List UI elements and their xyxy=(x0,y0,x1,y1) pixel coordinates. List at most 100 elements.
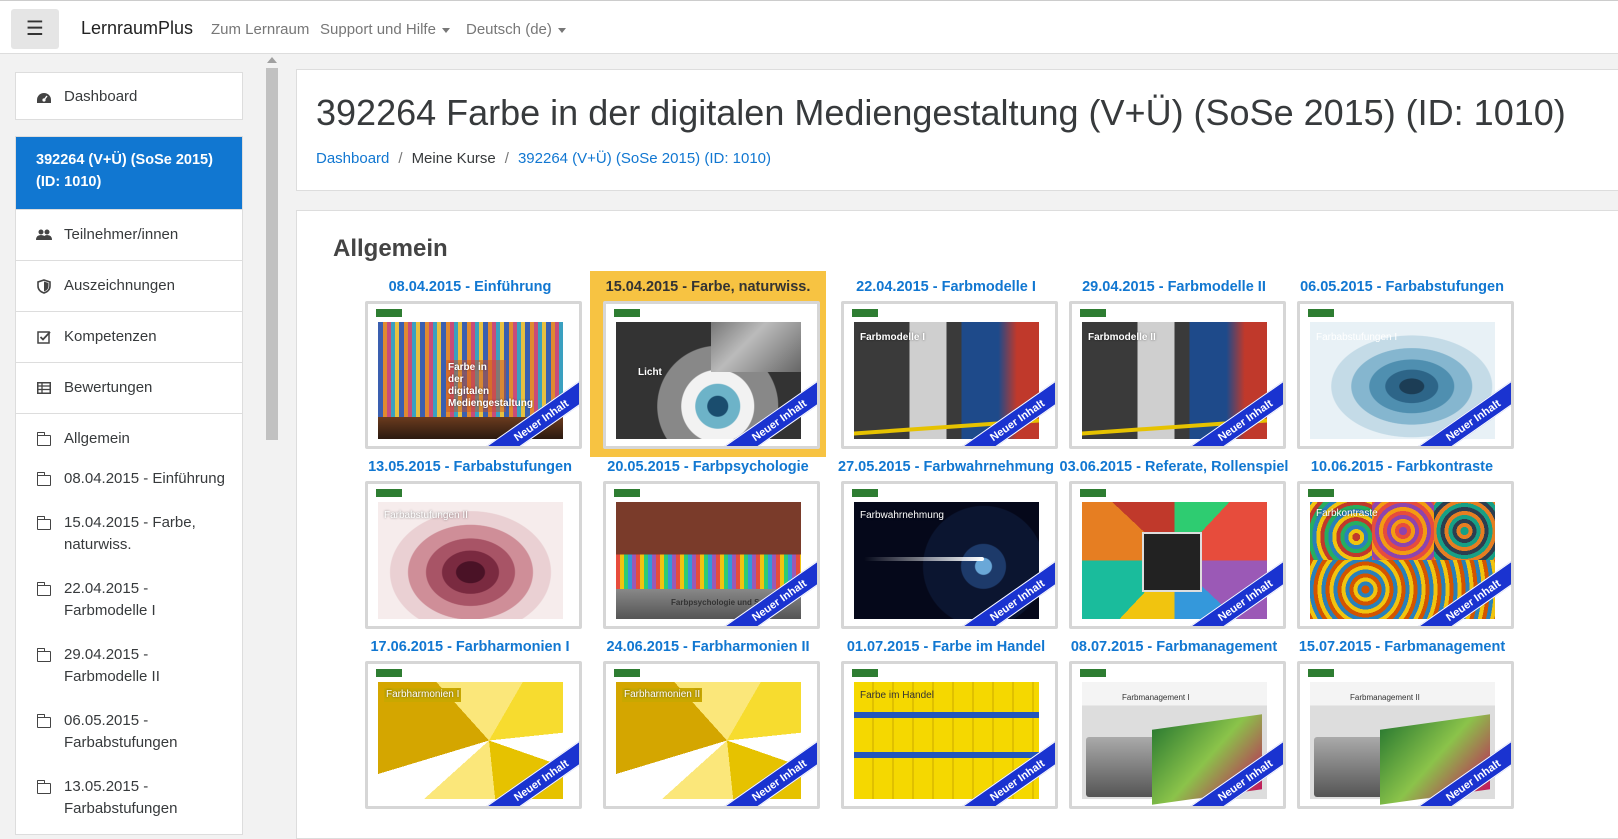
tile-title[interactable]: 27.05.2015 - Farbwahrnehmung xyxy=(831,459,1061,475)
tile-thumbnail[interactable]: Farbabstufungen II xyxy=(365,481,582,629)
sidebar-item-label: 22.04.2015 - Farbmodelle I xyxy=(64,580,156,619)
tile-thumbnail[interactable]: Farbharmonien I Neuer Inhalt xyxy=(365,661,582,809)
nav-link-label: Deutsch (de) xyxy=(466,21,552,38)
slide-header xyxy=(376,669,571,679)
slide-header xyxy=(614,669,809,679)
slide-caption: Farbabstufungen II xyxy=(384,510,468,521)
tile-title[interactable]: 08.04.2015 - Einführung xyxy=(355,279,585,295)
hamburger-menu-icon: ☰ xyxy=(26,18,44,40)
sidebar-item-label: Bewertungen xyxy=(64,379,153,396)
sidebar-item-participants[interactable]: Teilnehmer/innen xyxy=(16,209,242,260)
university-logo xyxy=(852,489,878,497)
tile-title[interactable]: 20.05.2015 - Farbpsychologie xyxy=(593,459,823,475)
tile-thumbnail[interactable]: Farbmodelle I Neuer Inhalt xyxy=(841,301,1058,449)
university-logo xyxy=(614,489,640,497)
sidebar-item-competencies[interactable]: Kompetenzen xyxy=(16,311,242,362)
circle-panel xyxy=(1372,502,1434,560)
site-brand[interactable]: LernraumPlus xyxy=(81,18,193,39)
nav-dropdown-language[interactable]: Deutsch (de) xyxy=(466,21,566,38)
sidebar-scrollbar-thumb[interactable] xyxy=(266,68,278,440)
tile-thumbnail[interactable]: Farbe im Handel Neuer Inhalt xyxy=(841,661,1058,809)
slide-header xyxy=(852,669,1047,679)
tile-title[interactable]: 15.07.2015 - Farbmanagement xyxy=(1287,639,1517,655)
nav-link-label: Support und Hilfe xyxy=(320,21,436,38)
tile-thumbnail[interactable]: Farbharmonien II Neuer Inhalt xyxy=(603,661,820,809)
tile-title[interactable]: 15.04.2015 - Farbe, naturwiss. xyxy=(593,279,823,295)
sidebar-item-label: Teilnehmer/innen xyxy=(64,226,179,243)
slide-caption: Farbmanagement I xyxy=(1122,693,1190,702)
slide-header xyxy=(376,489,571,499)
slide-header xyxy=(852,489,1047,499)
nav-link-lernraum[interactable]: Zum Lernraum xyxy=(211,21,309,38)
sidebar-item-label: 06.05.2015 - Farbabstufungen xyxy=(64,712,178,751)
printer xyxy=(1314,737,1384,797)
hamburger-menu-button[interactable]: ☰ xyxy=(11,9,59,49)
scroll-up-arrow-icon[interactable] xyxy=(267,57,277,63)
slide-header xyxy=(1308,489,1503,499)
university-logo xyxy=(1308,669,1334,677)
tile-title[interactable]: 13.05.2015 - Farbabstufungen xyxy=(355,459,585,475)
tile-thumbnail[interactable]: Farbe in der digitalen Mediengestaltung … xyxy=(365,301,582,449)
sidebar-item-section[interactable]: 15.04.2015 - Farbe, naturwiss. xyxy=(16,504,242,570)
sidebar-item-section[interactable]: Allgemein xyxy=(16,413,242,464)
tile-thumbnail[interactable]: Farbmanagement I Neuer Inhalt xyxy=(1069,661,1286,809)
tile-thumbnail[interactable]: Farbabstufungen I Neuer Inhalt xyxy=(1297,301,1514,449)
folder-icon xyxy=(36,581,52,597)
sidebar-item-label: Auszeichnungen xyxy=(64,277,175,294)
university-logo xyxy=(1080,489,1106,497)
slide-header xyxy=(852,309,1047,319)
breadcrumb-dashboard-link[interactable]: Dashboard xyxy=(316,150,389,167)
blue-stripe xyxy=(854,752,1039,758)
nav-dropdown-support[interactable]: Support und Hilfe xyxy=(320,21,450,38)
tile-thumbnail[interactable]: Neuer Inhalt xyxy=(1069,481,1286,629)
top-navbar: ☰ LernraumPlus Zum Lernraum Support und … xyxy=(0,0,1618,54)
slide-caption: Licht xyxy=(638,367,662,378)
university-logo xyxy=(1080,669,1106,677)
slide-header xyxy=(376,309,571,319)
breadcrumb-course-link[interactable]: 392264 (V+Ü) (SoSe 2015) (ID: 1010) xyxy=(518,150,771,167)
tile-title[interactable]: 10.06.2015 - Farbkontraste xyxy=(1287,459,1517,475)
folder-icon xyxy=(36,431,52,447)
circle-panel xyxy=(1434,502,1495,560)
slide-header xyxy=(1080,489,1275,499)
sidebar-item-section[interactable]: 06.05.2015 - Farbabstufungen xyxy=(16,702,242,768)
sidebar-item-section[interactable]: 29.04.2015 - Farbmodelle II xyxy=(16,636,242,702)
tile-thumbnail[interactable]: Farbmanagement II Neuer Inhalt xyxy=(1297,661,1514,809)
tile-thumbnail[interactable]: Licht Neuer Inhalt xyxy=(603,301,820,449)
slide-header xyxy=(1308,669,1503,679)
breadcrumb-separator: / xyxy=(504,150,509,167)
sidebar-item-grades[interactable]: Bewertungen xyxy=(16,362,242,413)
blue-stripe xyxy=(854,712,1039,718)
dashboard-icon xyxy=(36,90,52,106)
tile-thumbnail[interactable]: Farbkontraste Neuer Inhalt xyxy=(1297,481,1514,629)
tile-title[interactable]: 29.04.2015 - Farbmodelle II xyxy=(1059,279,1289,295)
tile-title[interactable]: 06.05.2015 - Farbabstufungen xyxy=(1287,279,1517,295)
slide-caption: Farbwahrnehmung xyxy=(860,510,944,521)
tile-title[interactable]: 17.06.2015 - Farbharmonien I xyxy=(355,639,585,655)
tile-title[interactable]: 08.07.2015 - Farbmanagement xyxy=(1059,639,1289,655)
nav-link-label: Zum Lernraum xyxy=(211,21,310,38)
sidebar-item-dashboard[interactable]: Dashboard xyxy=(15,72,243,120)
sidebar-item-section[interactable]: 08.04.2015 - Einführung xyxy=(16,464,242,504)
tile-thumbnail[interactable]: Farbwahrnehmung Neuer Inhalt xyxy=(841,481,1058,629)
sidebar-item-label: 08.04.2015 - Einführung xyxy=(64,470,225,487)
university-logo xyxy=(852,309,878,317)
tile-title[interactable]: 01.07.2015 - Farbe im Handel xyxy=(831,639,1061,655)
sidebar-item-badges[interactable]: Auszeichnungen xyxy=(16,260,242,311)
tile-title[interactable]: 24.06.2015 - Farbharmonien II xyxy=(593,639,823,655)
tile-title[interactable]: 03.06.2015 - Referate, Rollenspiel xyxy=(1059,459,1289,475)
university-logo xyxy=(614,309,640,317)
tile-thumbnail[interactable]: Farbpsychologie und Symbolik Neuer Inhal… xyxy=(603,481,820,629)
university-logo xyxy=(614,669,640,677)
users-icon xyxy=(36,227,52,243)
slide-caption: Farbmanagement II xyxy=(1350,693,1420,702)
light-beam xyxy=(864,557,984,561)
sidebar-item-active-course[interactable]: 392264 (V+Ü) (SoSe 2015) (ID: 1010) xyxy=(16,137,242,209)
sidebar-item-section[interactable]: 22.04.2015 - Farbmodelle I xyxy=(16,570,242,636)
tile-title[interactable]: 22.04.2015 - Farbmodelle I xyxy=(831,279,1061,295)
sidebar-item-section[interactable]: 13.05.2015 - Farbabstufungen xyxy=(16,768,242,834)
folder-icon xyxy=(36,515,52,531)
checkbox-icon xyxy=(36,329,52,345)
university-logo xyxy=(1080,309,1106,317)
tile-thumbnail[interactable]: Farbmodelle II Neuer Inhalt xyxy=(1069,301,1286,449)
